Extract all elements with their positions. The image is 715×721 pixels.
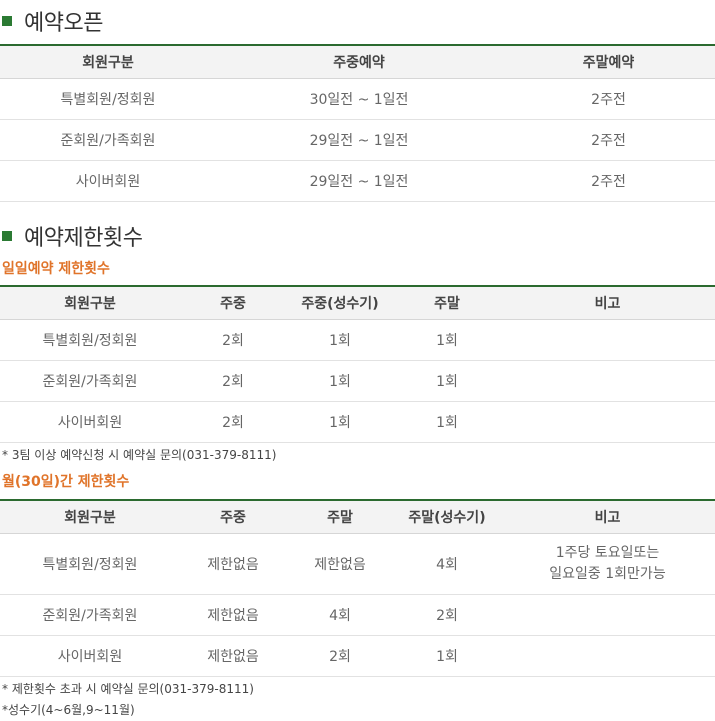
table-row: 준회원/가족회원 29일전 ~ 1일전 2주전 <box>0 119 715 161</box>
table-cell: 2회 <box>394 594 500 636</box>
table-cell: 사이버회원 <box>0 635 180 677</box>
table-cell <box>500 360 715 402</box>
table-header-row: 회원구분 주중 주말 주말(성수기) 비고 <box>0 499 715 534</box>
column-header: 주말(성수기) <box>394 499 500 534</box>
square-bullet-icon <box>2 231 12 241</box>
table-row: 사이버회원 제한없음 2회 1회 <box>0 635 715 677</box>
column-header: 주중 <box>180 499 286 534</box>
section-title-open: 예약오픈 <box>0 6 103 36</box>
table-cell: 2주전 <box>502 78 715 120</box>
table-cell: 2회 <box>180 401 286 443</box>
table-cell: 1회 <box>286 401 394 443</box>
monthly-limit-subtitle: 월(30일)간 제한횟수 <box>2 474 130 490</box>
table-cell: 2회 <box>180 319 286 361</box>
table-cell: 2주전 <box>502 160 715 202</box>
table-row: 특별회원/정회원 2회 1회 1회 <box>0 319 715 361</box>
column-header: 회원구분 <box>0 285 180 320</box>
table-cell: 제한없음 <box>180 533 286 595</box>
section-title-text: 예약오픈 <box>24 11 103 36</box>
daily-limit-note: * 3팀 이상 예약신청 시 예약실 문의(031-379-8111) <box>2 448 277 462</box>
table-cell <box>500 319 715 361</box>
column-header: 주중예약 <box>216 44 502 79</box>
column-header: 주말예약 <box>502 44 715 79</box>
square-bullet-icon <box>2 16 12 26</box>
table-cell: 1회 <box>394 360 500 402</box>
table-cell: 2회 <box>180 360 286 402</box>
column-header: 주중(성수기) <box>286 285 394 320</box>
table-cell: 1회 <box>394 635 500 677</box>
table-cell: 30일전 ~ 1일전 <box>216 78 502 120</box>
table-row: 사이버회원 29일전 ~ 1일전 2주전 <box>0 160 715 202</box>
column-header: 주말 <box>394 285 500 320</box>
table-cell: 준회원/가족회원 <box>0 594 180 636</box>
table-row: 특별회원/정회원 30일전 ~ 1일전 2주전 <box>0 78 715 120</box>
table-cell: 제한없음 <box>180 635 286 677</box>
table-cell: 준회원/가족회원 <box>0 119 216 161</box>
table-cell: 1회 <box>394 319 500 361</box>
column-header: 비고 <box>500 499 715 534</box>
table-cell: 29일전 ~ 1일전 <box>216 160 502 202</box>
table-cell-remark: 1주당 토요일또는 일요일중 1회만가능 <box>500 533 715 595</box>
open-table: 회원구분 주중예약 주말예약 특별회원/정회원 30일전 ~ 1일전 2주전 준… <box>0 44 715 202</box>
table-cell: 1회 <box>286 319 394 361</box>
table-cell <box>500 635 715 677</box>
table-row: 특별회원/정회원 제한없음 제한없음 4회 1주당 토요일또는 일요일중 1회만… <box>0 533 715 595</box>
table-cell: 2주전 <box>502 119 715 161</box>
table-cell <box>500 401 715 443</box>
table-row: 준회원/가족회원 제한없음 4회 2회 <box>0 594 715 636</box>
table-cell: 4회 <box>394 533 500 595</box>
table-cell: 제한없음 <box>286 533 394 595</box>
peak-season-note: *성수기(4~6월,9~11월) <box>2 703 135 717</box>
daily-limit-table: 회원구분 주중 주중(성수기) 주말 비고 특별회원/정회원 2회 1회 1회 … <box>0 285 715 443</box>
monthly-limit-table: 회원구분 주중 주말 주말(성수기) 비고 특별회원/정회원 제한없음 제한없음… <box>0 499 715 677</box>
table-cell: 특별회원/정회원 <box>0 319 180 361</box>
table-cell: 특별회원/정회원 <box>0 533 180 595</box>
column-header: 회원구분 <box>0 499 180 534</box>
table-cell: 제한없음 <box>180 594 286 636</box>
table-cell: 4회 <box>286 594 394 636</box>
table-header-row: 회원구분 주중예약 주말예약 <box>0 44 715 79</box>
table-header-row: 회원구분 주중 주중(성수기) 주말 비고 <box>0 285 715 320</box>
column-header: 주말 <box>286 499 394 534</box>
table-cell: 사이버회원 <box>0 160 216 202</box>
daily-limit-subtitle: 일일예약 제한횟수 <box>2 261 110 277</box>
table-cell: 29일전 ~ 1일전 <box>216 119 502 161</box>
column-header: 비고 <box>500 285 715 320</box>
table-cell: 특별회원/정회원 <box>0 78 216 120</box>
table-cell: 2회 <box>286 635 394 677</box>
table-row: 준회원/가족회원 2회 1회 1회 <box>0 360 715 402</box>
monthly-limit-note: * 제한횟수 초과 시 예약실 문의(031-379-8111) <box>2 682 254 696</box>
table-cell: 사이버회원 <box>0 401 180 443</box>
table-cell: 준회원/가족회원 <box>0 360 180 402</box>
table-cell: 1회 <box>394 401 500 443</box>
column-header: 회원구분 <box>0 44 216 79</box>
section-title-limit: 예약제한횟수 <box>0 221 143 251</box>
table-cell: 1회 <box>286 360 394 402</box>
table-cell <box>500 594 715 636</box>
column-header: 주중 <box>180 285 286 320</box>
table-row: 사이버회원 2회 1회 1회 <box>0 401 715 443</box>
section-title-text: 예약제한횟수 <box>24 226 143 251</box>
